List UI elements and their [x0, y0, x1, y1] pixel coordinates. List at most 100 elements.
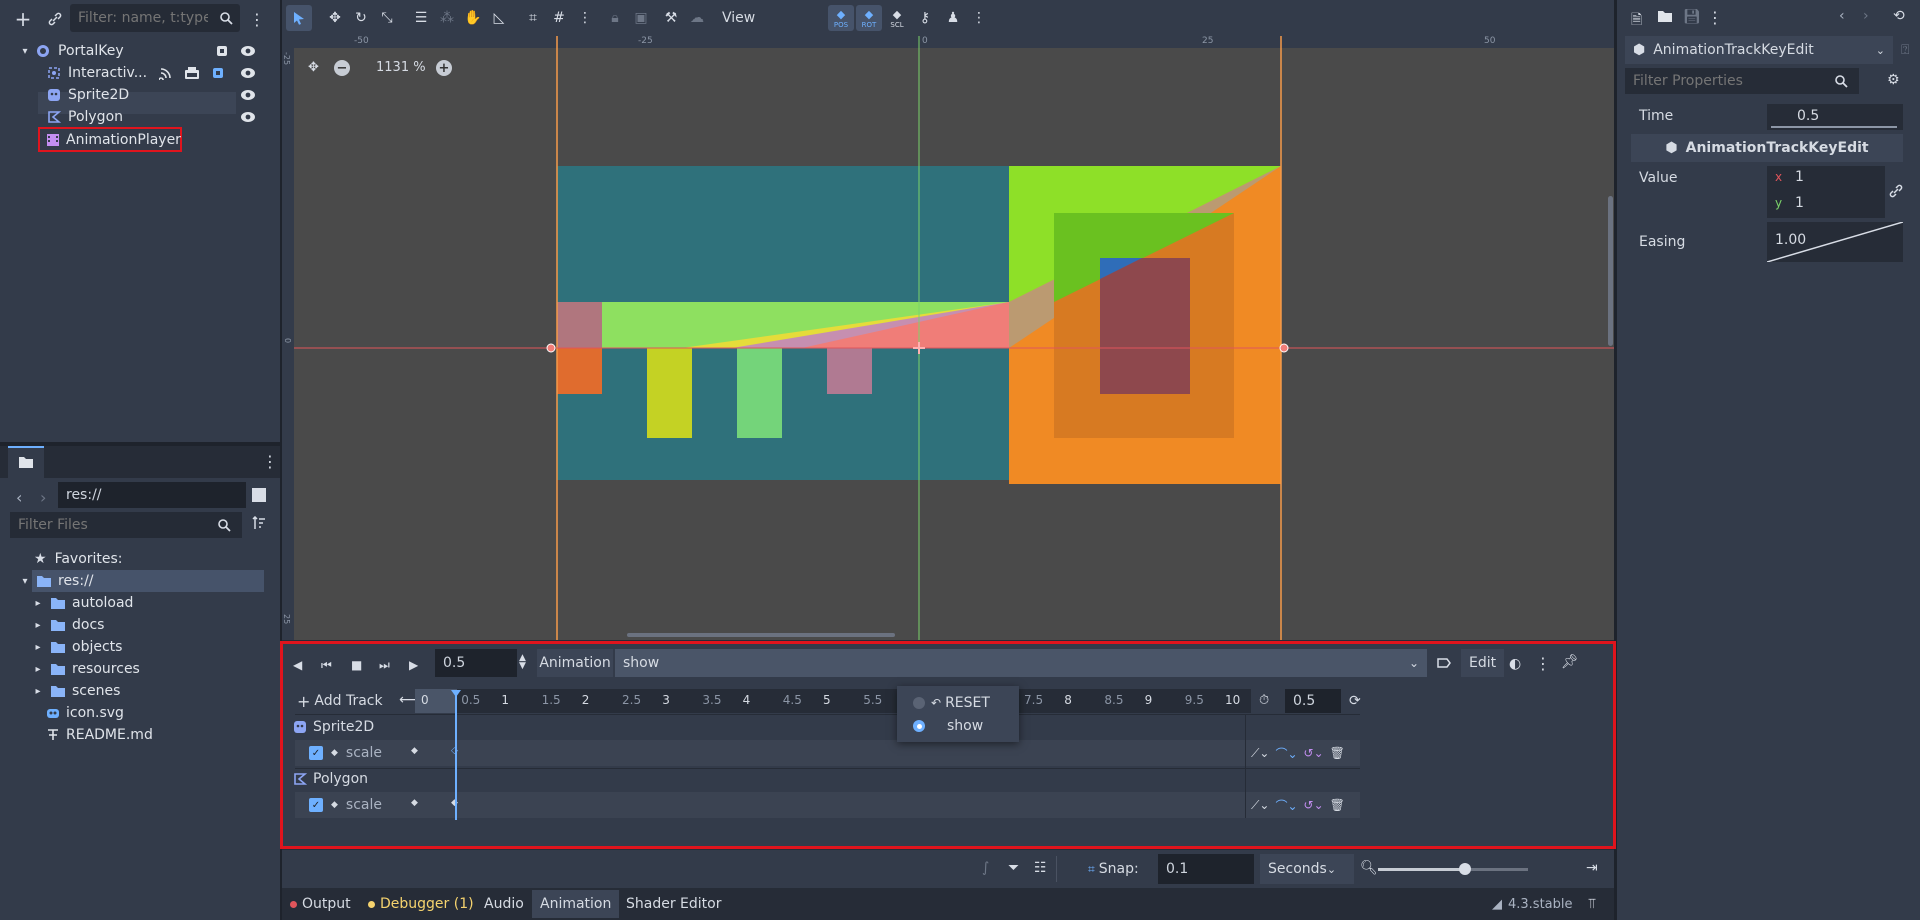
tab-audio[interactable]: Audio — [484, 892, 524, 916]
fit-timeline-icon[interactable]: ⇥ — [1586, 860, 1598, 876]
pan-mode-button[interactable]: ✋ — [460, 5, 486, 31]
group-button[interactable]: ▣ — [628, 5, 654, 31]
update-mode-icon[interactable]: ⌒⌄ — [1275, 797, 1297, 814]
edit-button[interactable]: Edit — [1461, 649, 1505, 677]
chevron-down-icon[interactable]: ▾ — [18, 576, 32, 587]
interpolation-icon[interactable]: ⟋⌄ — [1251, 798, 1269, 813]
file-row[interactable]: icon.svg — [46, 702, 124, 724]
keyframe[interactable]: ◆ — [411, 798, 418, 808]
play-from-start-icon[interactable]: ⏭ — [379, 658, 390, 673]
play-backwards-icon[interactable]: ◀ — [293, 658, 302, 672]
vertical-scrollbar[interactable] — [1608, 196, 1613, 346]
folder-row[interactable]: ▸ scenes — [32, 680, 120, 702]
folder-row[interactable]: ▸ objects — [32, 636, 122, 658]
path-field[interactable] — [58, 482, 246, 508]
track-group-polygon[interactable]: Polygon — [293, 769, 368, 789]
group-icon[interactable] — [184, 66, 200, 80]
key-rotation-toggle[interactable]: ◆ ROT — [856, 5, 882, 31]
canvas-viewport[interactable]: -50 -25 0 25 50 -25 0 25 ✥ − 1131 % + — [282, 36, 1614, 640]
autoplay-icon[interactable] — [1437, 656, 1451, 670]
list-select-button[interactable]: ☰ — [408, 5, 434, 31]
history-back-icon[interactable]: ‹ — [1839, 8, 1845, 24]
bezier-icon[interactable]: ∫ — [982, 860, 989, 876]
more-vertical-icon[interactable]: ⋮ — [1707, 8, 1723, 27]
play-backwards-from-end-icon[interactable]: ⏮ — [321, 658, 332, 673]
timeline-ruler[interactable]: 00.511.522.533.544.555.566.577.588.599.5… — [415, 689, 1251, 713]
forward-arrow-icon[interactable]: › — [40, 488, 46, 507]
folder-row[interactable]: ▸ docs — [32, 614, 104, 636]
snap-toggle[interactable]: ⌗ Snap: — [1088, 858, 1139, 880]
tree-row-interactive[interactable]: Interactiv... — [46, 62, 276, 84]
tree-row-res[interactable]: ▾ res:// — [18, 570, 93, 592]
handle-left[interactable] — [546, 343, 556, 353]
scene-filter[interactable] — [70, 4, 240, 32]
pin-icon[interactable]: 📌︎ — [1561, 654, 1579, 670]
tab-filesystem[interactable] — [8, 446, 44, 478]
filter-properties-input[interactable] — [1625, 68, 1835, 94]
loop-icon[interactable]: ⟳ — [1349, 693, 1361, 709]
lock-button[interactable]: 🔒︎ — [602, 5, 628, 31]
loop-wrap-icon[interactable]: ↺⌄ — [1304, 746, 1324, 760]
playhead-marker[interactable] — [451, 690, 461, 697]
folder-row[interactable]: ▸ autoload — [32, 592, 133, 614]
object-selector[interactable]: ⬢ AnimationTrackKeyEdit ⌄ — [1625, 36, 1893, 64]
track-group-sprite2d[interactable]: Sprite2D — [293, 717, 374, 737]
folder-row[interactable]: ▸ resources — [32, 658, 139, 680]
trash-icon[interactable]: 🗑︎ — [1330, 798, 1345, 812]
script-icon[interactable] — [214, 44, 230, 58]
history-icon[interactable]: ⟲ — [1893, 8, 1905, 24]
more-vertical-icon[interactable]: ⋮ — [249, 8, 265, 30]
add-node-icon[interactable]: + — [12, 7, 34, 31]
tree-row-animationplayer[interactable]: AnimationPlayer — [38, 127, 182, 152]
key-scale-toggle[interactable]: ◆ SCL — [884, 5, 910, 31]
dropdown-option-show[interactable]: show — [913, 717, 983, 735]
favorites-row[interactable]: ★ Favorites: — [34, 548, 123, 570]
animation-selector[interactable]: show ⌄ — [615, 649, 1427, 677]
pivot-button[interactable]: ⁂ — [434, 5, 460, 31]
view-menu[interactable]: View — [714, 5, 763, 31]
move-mode-button[interactable]: ✥ — [322, 5, 348, 31]
update-mode-icon[interactable]: ⌒⌄ — [1275, 745, 1297, 762]
keyframe[interactable]: ◆ — [411, 746, 418, 756]
ruler-mode-button[interactable]: ◺ — [486, 5, 512, 31]
grid-snap-button[interactable]: # — [546, 5, 572, 31]
save-icon[interactable]: 💾︎ — [1683, 9, 1701, 25]
pin-bottom-icon[interactable]: ⫪ — [1588, 896, 1596, 912]
sort-icon[interactable] — [252, 516, 266, 530]
signal-icon[interactable] — [158, 66, 174, 80]
play-icon[interactable]: ▶ — [409, 658, 418, 672]
chevron-right-icon[interactable]: ▸ — [32, 620, 44, 631]
chevron-right-icon[interactable]: ▸ — [32, 642, 44, 653]
filter-icon[interactable]: ⏷ — [1008, 860, 1019, 876]
track-enabled-checkbox[interactable]: ✓ — [309, 746, 323, 760]
easing-field[interactable]: 1.00 — [1767, 222, 1903, 262]
chevron-right-icon[interactable]: ▸ — [32, 598, 44, 609]
tools-icon[interactable]: ⚙ — [1887, 72, 1900, 88]
track-enabled-checkbox[interactable]: ✓ — [309, 798, 323, 812]
visibility-eye-icon[interactable] — [240, 89, 256, 101]
more-vertical-icon[interactable]: ⋮ — [262, 452, 278, 471]
filter-files-input[interactable] — [10, 512, 218, 538]
visibility-eye-icon[interactable] — [240, 111, 256, 123]
scene-filter-input[interactable] — [70, 4, 216, 32]
file-row[interactable]: README.md — [46, 724, 153, 746]
stop-icon[interactable]: ■ — [351, 658, 362, 672]
split-view-icon[interactable] — [252, 488, 266, 502]
interpolation-icon[interactable]: ⟋⌄ — [1251, 746, 1269, 761]
value-vector-field[interactable]: x 1 y 1 — [1767, 166, 1885, 218]
link-icon[interactable] — [1889, 184, 1903, 198]
documentation-icon[interactable]: ⍰ — [1901, 42, 1909, 58]
tab-debugger[interactable]: Debugger (1) — [368, 892, 474, 916]
auto-key-button[interactable]: ♟ — [940, 5, 966, 31]
time-field[interactable]: 0.5 — [1767, 104, 1903, 130]
more-vertical-icon[interactable]: ⋮ — [572, 5, 598, 31]
bones-button[interactable]: ⚒ — [658, 5, 684, 31]
current-time-field[interactable] — [435, 649, 517, 677]
time-stepper-icon[interactable]: ▲ ▼ — [519, 654, 526, 671]
timeline-zoom-thumb[interactable] — [1459, 863, 1471, 875]
link-icon[interactable] — [44, 8, 66, 30]
tab-shader-editor[interactable]: Shader Editor — [626, 892, 721, 916]
add-track-button[interactable]: + Add Track — [297, 690, 383, 712]
filter-properties[interactable] — [1625, 68, 1859, 94]
horizontal-scrollbar[interactable] — [627, 633, 895, 637]
